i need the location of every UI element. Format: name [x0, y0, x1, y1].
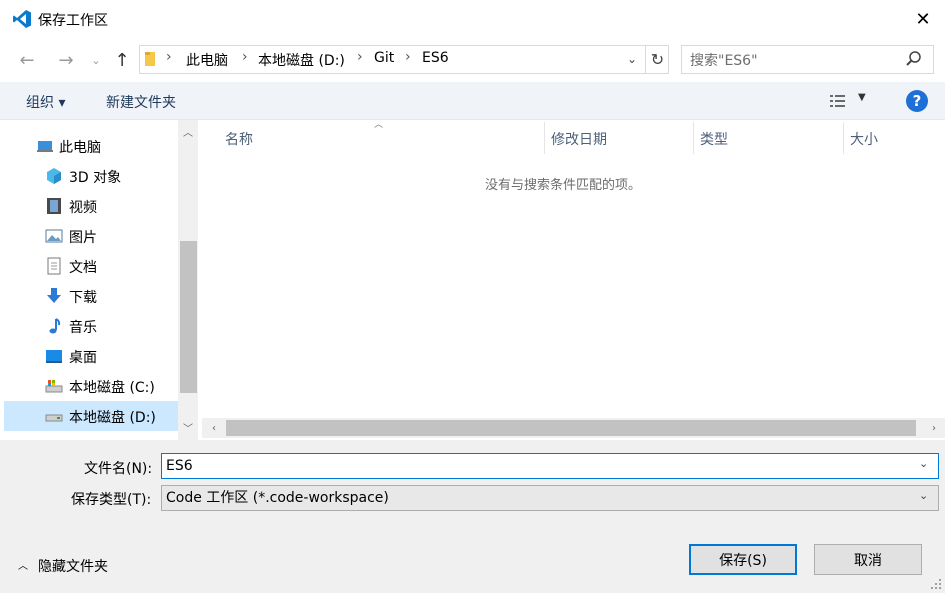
save-button[interactable]: 保存(S) [689, 544, 797, 575]
column-header-date-modified[interactable]: 修改日期 [551, 129, 607, 149]
sidebar-item-label: 图片 [69, 230, 97, 246]
recent-locations-button[interactable]: ⌄ [86, 46, 106, 74]
column-divider[interactable] [693, 122, 694, 154]
view-dropdown-icon[interactable]: ▼ [858, 92, 866, 103]
chevron-down-icon: ⌄ [91, 53, 101, 67]
breadcrumb-item[interactable]: 本地磁盘 (D:) [258, 50, 345, 70]
address-dropdown-button[interactable]: ⌄ [622, 49, 642, 69]
collapse-caret-icon[interactable]: ︿ [18, 557, 28, 572]
column-header-type[interactable]: 类型 [700, 129, 728, 149]
sidebar-item-label: 文档 [69, 260, 97, 276]
scroll-down-icon[interactable]: ﹀ [178, 418, 198, 436]
sidebar-item-documents[interactable]: 文档 [4, 251, 178, 281]
sidebar-item-label: 视频 [69, 200, 97, 216]
chevron-down-icon: ⌄ [626, 52, 638, 66]
sidebar-item-label: 本地磁盘 (C:) [69, 380, 155, 396]
arrow-up-icon: ↑ [114, 49, 130, 71]
hide-folders-button[interactable]: 隐藏文件夹 [38, 556, 108, 576]
document-icon [45, 257, 63, 275]
sidebar-item-3d-objects[interactable]: 3D 对象 [4, 161, 178, 191]
picture-icon [45, 227, 63, 245]
arrow-left-icon: ← [19, 49, 35, 71]
video-icon [45, 197, 63, 215]
column-header-name[interactable]: 名称 [225, 129, 253, 149]
refresh-button[interactable]: ↻ [645, 45, 669, 74]
filetype-label: 保存类型(T): [71, 492, 152, 508]
music-icon [45, 317, 63, 335]
close-button[interactable]: ✕ [905, 4, 941, 34]
sidebar-scroll-thumb[interactable] [180, 241, 197, 393]
desktop-icon [45, 347, 63, 365]
close-icon: ✕ [915, 8, 931, 30]
cube-3d-icon [45, 167, 63, 185]
forward-button[interactable]: → [52, 46, 80, 74]
sidebar-item-label: 桌面 [69, 350, 97, 366]
computer-icon [36, 137, 54, 155]
drive-d-icon [45, 407, 63, 425]
sidebar-item-this-pc[interactable]: 此电脑 [4, 131, 178, 161]
sort-ascending-icon: ︿ [374, 120, 384, 130]
empty-list-message: 没有与搜索条件匹配的项。 [485, 178, 642, 193]
sidebar-item-downloads[interactable]: 下载 [4, 281, 178, 311]
column-divider[interactable] [843, 122, 844, 154]
sidebar-item-label: 本地磁盘 (D:) [69, 410, 156, 426]
cancel-button[interactable]: 取消 [814, 544, 922, 575]
sidebar-item-desktop[interactable]: 桌面 [4, 341, 178, 371]
filename-input[interactable]: ES6 [161, 453, 939, 479]
breadcrumb-separator-icon: › [166, 49, 172, 65]
breadcrumb-separator-icon: › [357, 49, 363, 65]
sidebar-item-music[interactable]: 音乐 [4, 311, 178, 341]
breadcrumb-item[interactable]: Git [374, 50, 394, 66]
chevron-down-icon[interactable]: ⌄ [919, 457, 928, 470]
sidebar-item-label: 音乐 [69, 320, 97, 336]
folder-icon [144, 50, 158, 68]
sidebar-item-label: 此电脑 [59, 140, 101, 156]
scroll-right-icon[interactable]: › [926, 420, 942, 436]
filename-label: 文件名(N): [84, 461, 153, 477]
chevron-down-icon[interactable]: ⌄ [919, 489, 928, 502]
drive-c-icon [45, 377, 63, 395]
vscode-icon [12, 9, 32, 29]
organize-button[interactable]: 组织 ▾ [26, 92, 65, 112]
sidebar-item-pictures[interactable]: 图片 [4, 221, 178, 251]
resize-grip-icon[interactable] [930, 578, 942, 590]
arrow-right-icon: → [58, 49, 74, 71]
scroll-left-icon[interactable]: ‹ [206, 420, 222, 436]
column-header-size[interactable]: 大小 [850, 129, 878, 149]
breadcrumb-separator-icon: › [242, 49, 248, 65]
window-title: 保存工作区 [38, 13, 108, 29]
breadcrumb-separator-icon: › [405, 49, 411, 65]
up-button[interactable]: ↑ [108, 46, 136, 74]
breadcrumb-item[interactable]: ES6 [422, 50, 449, 66]
column-divider[interactable] [544, 122, 545, 154]
sidebar-item-drive-d[interactable]: 本地磁盘 (D:) [4, 401, 178, 431]
filetype-select[interactable]: Code 工作区 (*.code-workspace) [161, 485, 939, 511]
view-options-icon[interactable] [828, 90, 852, 112]
search-placeholder: 搜索"ES6" [690, 53, 758, 69]
sidebar-item-label: 3D 对象 [69, 170, 122, 186]
back-button[interactable]: ← [13, 46, 41, 74]
scroll-up-icon[interactable]: ︿ [178, 122, 198, 140]
horizontal-scroll-thumb[interactable] [226, 420, 916, 436]
help-button[interactable]: ? [906, 90, 928, 112]
search-icon[interactable] [905, 50, 923, 68]
new-folder-button[interactable]: 新建文件夹 [106, 92, 176, 112]
breadcrumb-item[interactable]: 此电脑 [186, 50, 228, 70]
sidebar-item-label: 下载 [69, 290, 97, 306]
sidebar-item-videos[interactable]: 视频 [4, 191, 178, 221]
download-icon [45, 287, 63, 305]
title-bar [0, 0, 945, 38]
sidebar-item-drive-c[interactable]: 本地磁盘 (C:) [4, 371, 178, 401]
refresh-icon: ↻ [650, 50, 665, 69]
